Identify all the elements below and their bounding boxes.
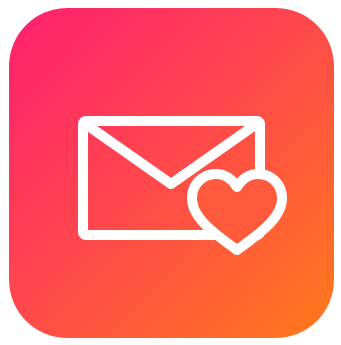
app-icon[interactable] bbox=[9, 8, 334, 338]
app-icon-canvas bbox=[0, 0, 341, 345]
app-icon-background bbox=[9, 8, 334, 338]
envelope-heart-icon bbox=[9, 8, 334, 338]
